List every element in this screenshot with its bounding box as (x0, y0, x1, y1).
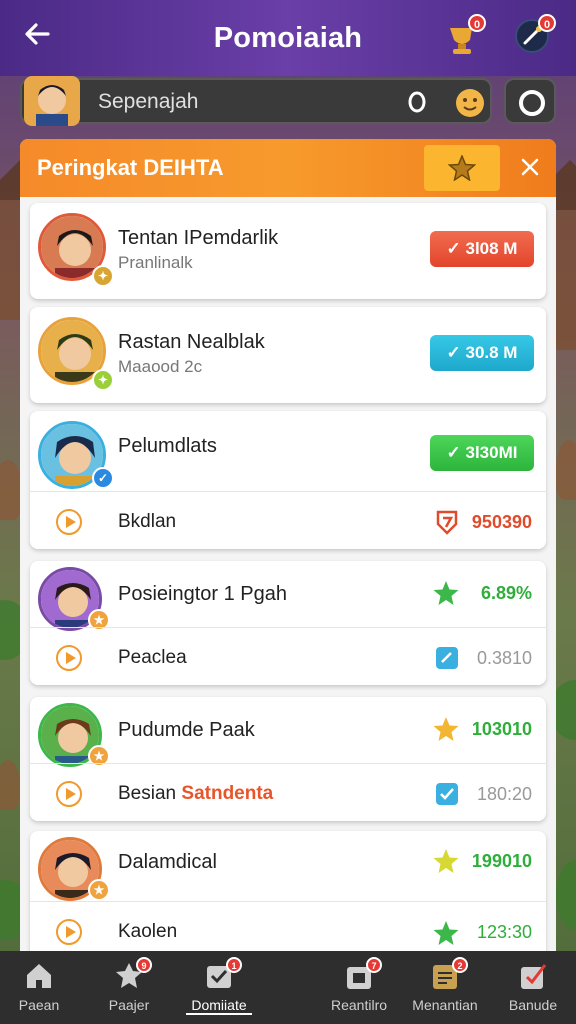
ranking-panel: Peringkat DEIHTA ✦ Tentan IPemdarlik Pra… (20, 139, 556, 951)
player-subtitle: Maaood 2c (118, 357, 203, 376)
detail-label: Peaclea (118, 647, 187, 668)
nav-label: Menantian (412, 997, 478, 1013)
search-row (20, 76, 556, 126)
player-subtitle: Pranlinalk (118, 253, 193, 272)
play-circle-icon (56, 509, 82, 535)
player-name: Pudumde Paak (118, 719, 255, 741)
green-star-icon (433, 921, 459, 945)
nav-badge: 9 (136, 957, 152, 973)
detail-row[interactable]: Peaclea 0.3810 (30, 627, 546, 685)
shield-check-icon (436, 783, 458, 805)
edit-square-icon (436, 647, 458, 669)
score-pill[interactable]: ✓ 3l08 M (430, 231, 534, 267)
green-star-icon (433, 581, 459, 605)
ring-icon[interactable] (406, 91, 428, 113)
rank-badge-icon: ★ (88, 879, 110, 901)
trophy-badge: 0 (468, 14, 486, 32)
detail-value: 180:20 (476, 784, 532, 804)
panel-title: Peringkat DEIHTA (37, 155, 224, 180)
nav-item-rewards[interactable]: 7 Reantilro (314, 951, 404, 1024)
circle-icon (519, 90, 545, 116)
detail-label: Besian Satndenta (118, 783, 274, 804)
home-icon (27, 964, 51, 988)
detail-label: Bkdlan (118, 511, 177, 532)
magic-badge: 0 (538, 14, 556, 32)
score-pill[interactable]: ✓ 30.8 M (430, 335, 534, 371)
gold-star-icon (433, 849, 459, 873)
search-input[interactable] (98, 88, 398, 116)
player-score: 199010 (471, 851, 532, 871)
star-icon (448, 155, 476, 181)
rank-badge-icon: ✦ (92, 265, 114, 287)
player-name: Tentan IPemdarlik (118, 227, 279, 249)
player-row: ✓ Pelumdlats ✓ 3l30MI (30, 411, 546, 491)
nav-item-badges[interactable]: 9 Paajer (84, 951, 174, 1024)
nav-label: Paajer (108, 997, 150, 1013)
close-button[interactable] (508, 145, 552, 191)
profile-portrait-icon (24, 76, 80, 126)
leaderboard-card[interactable]: ✦ Tentan IPemdarlik Pranlinalk ✓ 3l08 M (30, 203, 546, 299)
detail-highlight: Satndenta (181, 783, 274, 804)
play-circle-icon (56, 645, 82, 671)
leaderboard-card[interactable]: ★ Pudumde Paak 103010 Besian Satndenta 1… (30, 697, 546, 821)
gold-star-icon (433, 717, 459, 741)
player-row: ✦ Tentan IPemdarlik Pranlinalk ✓ 3l08 M (30, 203, 546, 299)
nav-item-tasks[interactable]: 1 Domiiate (174, 951, 264, 1024)
leaderboard-card[interactable]: ✓ Pelumdlats ✓ 3l30MI Bkdlan 950390 (30, 411, 546, 549)
player-name: Rastan Nealblak (118, 331, 265, 353)
page-title: Pomoiaiah (213, 21, 363, 54)
magic-button[interactable]: 0 (514, 14, 556, 58)
player-name: Posieingtor 1 Pgah (118, 583, 288, 605)
nav-badge: 1 (226, 957, 242, 973)
emoji-icon[interactable] (454, 87, 486, 119)
profile-avatar[interactable] (24, 76, 80, 126)
detail-row[interactable]: Kaolen 123:30 (30, 901, 546, 951)
player-name: Pelumdlats (118, 435, 217, 457)
rank-badge-icon: ✦ (92, 369, 114, 391)
player-row: ★ Pudumde Paak 103010 (30, 697, 546, 767)
bottom-nav: Paean 9 Paajer 1 Domiiate 7 Reantilro 2 … (0, 951, 576, 1024)
top-bar: Pomoiaiah 0 0 (0, 0, 576, 76)
play-circle-icon (56, 781, 82, 807)
detail-label: Kaolen (118, 921, 178, 942)
detail-value: 950390 (471, 512, 532, 532)
detail-value: 0.3810 (476, 648, 532, 668)
detail-row[interactable]: Besian Satndenta 180:20 (30, 763, 546, 821)
nav-label: Domiiate (186, 997, 252, 1015)
detail-row[interactable]: Bkdlan 950390 (30, 491, 546, 549)
search-bar (20, 76, 492, 126)
nav-badge: 7 (366, 957, 382, 973)
player-name: Dalamdical (118, 851, 217, 873)
close-icon (521, 158, 539, 176)
player-row: ★ Dalamdical 199010 (30, 831, 546, 901)
nav-badge: 2 (452, 957, 468, 973)
player-score: 103010 (471, 719, 532, 739)
play-circle-icon (56, 919, 82, 945)
nav-label: Reantilro (330, 997, 388, 1013)
shield-icon (436, 510, 458, 535)
checkbox-icon (521, 964, 547, 989)
player-score: 6.89% (480, 583, 532, 603)
panel-header: Peringkat DEIHTA (20, 139, 556, 197)
nav-label: Banude (508, 997, 558, 1013)
arrow-left-icon (25, 23, 50, 45)
player-row: ✦ Rastan Nealblak Maaood 2c ✓ 30.8 M (30, 307, 546, 403)
leaderboard-card[interactable]: ★ Dalamdical 199010 Kaolen 123:30 (30, 831, 546, 951)
detail-value: 123:30 (476, 922, 532, 942)
trophy-button[interactable]: 0 (442, 14, 486, 58)
nav-item-more[interactable]: Banude (488, 951, 576, 1024)
nav-item-home[interactable]: Paean (0, 951, 84, 1024)
score-pill[interactable]: ✓ 3l30MI (430, 435, 534, 471)
leaderboard-card[interactable]: ✦ Rastan Nealblak Maaood 2c ✓ 30.8 M (30, 307, 546, 403)
verified-badge-icon: ✓ (92, 467, 114, 489)
leaderboard-card[interactable]: ★ Posieingtor 1 Pgah 6.89% Peaclea 0.381… (30, 561, 546, 685)
record-button[interactable] (504, 78, 556, 124)
nav-label: Paean (18, 997, 60, 1013)
favorite-button[interactable] (424, 145, 500, 191)
nav-item-schedule[interactable]: 2 Menantian (400, 951, 490, 1024)
player-row: ★ Posieingtor 1 Pgah 6.89% (30, 561, 546, 631)
back-button[interactable] (22, 18, 62, 58)
